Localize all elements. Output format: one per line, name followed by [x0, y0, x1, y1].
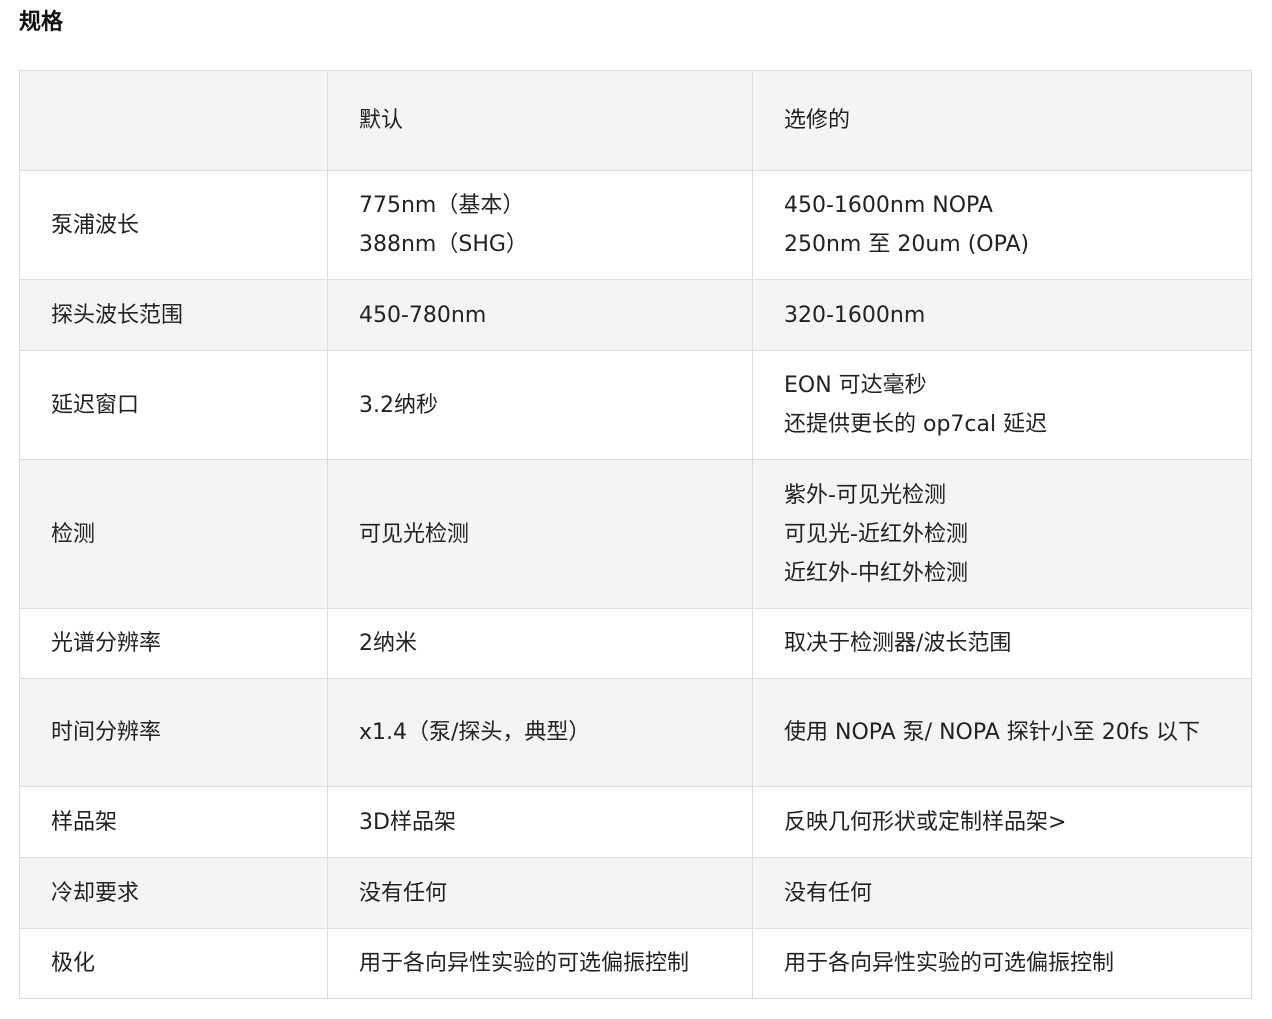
- row-default: 3D样品架: [327, 786, 753, 858]
- table-row: 极化 用于各向异性实验的可选偏振控制 用于各向异性实验的可选偏振控制: [19, 928, 1252, 999]
- row-optional: 用于各向异性实验的可选偏振控制: [752, 928, 1252, 999]
- cell-line: 450-780nm: [359, 302, 487, 328]
- row-optional: 取决于检测器/波长范围: [752, 608, 1252, 679]
- row-label: 检测: [19, 459, 328, 609]
- cell-line: 取决于检测器/波长范围: [784, 631, 1012, 656]
- table-row: 泵浦波长 775nm（基本） 388nm（SHG） 450-1600nm NOP…: [19, 170, 1252, 280]
- row-optional: 反映几何形状或定制样品架>: [752, 786, 1252, 858]
- table-row: 检测 可见光检测 紫外-可见光检测 可见光-近红外检测 近红外-中红外检测: [19, 459, 1252, 609]
- row-optional: 没有任何: [752, 857, 1252, 929]
- row-label: 极化: [19, 928, 328, 999]
- cell-line: 使用 NOPA 泵/ NOPA 探针小至 20fs 以下: [784, 720, 1200, 745]
- row-optional: 450-1600nm NOPA 250nm 至 20um (OPA): [752, 170, 1252, 280]
- row-optional: 320-1600nm: [752, 279, 1252, 351]
- cell-line: 388nm（SHG）: [359, 232, 528, 257]
- row-label: 光谱分辨率: [19, 608, 328, 679]
- cell-line: 3.2纳秒: [359, 392, 438, 418]
- row-default: 2纳米: [327, 608, 753, 679]
- row-default: 3.2纳秒: [327, 350, 753, 460]
- row-default: 没有任何: [327, 857, 753, 929]
- row-default: 用于各向异性实验的可选偏振控制: [327, 928, 753, 999]
- cell-line: 320-1600nm: [784, 302, 926, 328]
- spec-table: 默认 选修的 泵浦波长 775nm（基本） 388nm（SHG） 450-160…: [19, 70, 1252, 999]
- row-default: 450-780nm: [327, 279, 753, 351]
- cell-line: 可见光检测: [359, 521, 470, 547]
- row-default: x1.4（泵/探头，典型）: [327, 678, 753, 787]
- row-label: 探头波长范围: [19, 279, 328, 351]
- cell-line: 近红外-中红外检测: [784, 560, 968, 586]
- cell-line: 紫外-可见光检测: [784, 482, 946, 508]
- row-label: 样品架: [19, 786, 328, 858]
- table-row: 光谱分辨率 2纳米 取决于检测器/波长范围: [19, 608, 1252, 679]
- row-label: 冷却要求: [19, 857, 328, 929]
- row-default: 可见光检测: [327, 459, 753, 609]
- table-row: 样品架 3D样品架 反映几何形状或定制样品架>: [19, 786, 1252, 858]
- table-row: 探头波长范围 450-780nm 320-1600nm: [19, 279, 1252, 351]
- cell-line: 还提供更长的 op7cal 延迟: [784, 412, 1048, 437]
- header-cell-empty: [19, 70, 328, 171]
- cell-line: EON 可达毫秒: [784, 373, 927, 398]
- row-optional: 紫外-可见光检测 可见光-近红外检测 近红外-中红外检测: [752, 459, 1252, 609]
- cell-line: 2纳米: [359, 631, 417, 656]
- cell-line: 775nm（基本）: [359, 193, 525, 218]
- row-label: 泵浦波长: [19, 170, 328, 280]
- row-default: 775nm（基本） 388nm（SHG）: [327, 170, 753, 280]
- table-row: 延迟窗口 3.2纳秒 EON 可达毫秒 还提供更长的 op7cal 延迟: [19, 350, 1252, 460]
- header-cell-optional: 选修的: [752, 70, 1252, 171]
- cell-line: 可见光-近红外检测: [784, 521, 968, 547]
- table-header-row: 默认 选修的: [19, 70, 1252, 171]
- table-row: 时间分辨率 x1.4（泵/探头，典型） 使用 NOPA 泵/ NOPA 探针小至…: [19, 678, 1252, 787]
- row-label: 延迟窗口: [19, 350, 328, 460]
- row-label: 时间分辨率: [19, 678, 328, 787]
- table-row: 冷却要求 没有任何 没有任何: [19, 857, 1252, 929]
- cell-line: 用于各向异性实验的可选偏振控制: [784, 951, 1115, 976]
- row-optional: EON 可达毫秒 还提供更长的 op7cal 延迟: [752, 350, 1252, 460]
- cell-line: 250nm 至 20um (OPA): [784, 232, 1030, 257]
- cell-line: 用于各向异性实验的可选偏振控制: [359, 951, 690, 976]
- page-title: 规格: [19, 10, 64, 35]
- cell-line: 没有任何: [359, 880, 448, 906]
- cell-line: x1.4（泵/探头，典型）: [359, 720, 591, 745]
- header-cell-default: 默认: [327, 70, 753, 171]
- cell-line: 3D样品架: [359, 809, 456, 835]
- cell-line: 没有任何: [784, 880, 873, 906]
- row-optional: 使用 NOPA 泵/ NOPA 探针小至 20fs 以下: [752, 678, 1252, 787]
- cell-line: 反映几何形状或定制样品架>: [784, 809, 1067, 835]
- cell-line: 450-1600nm NOPA: [784, 193, 993, 218]
